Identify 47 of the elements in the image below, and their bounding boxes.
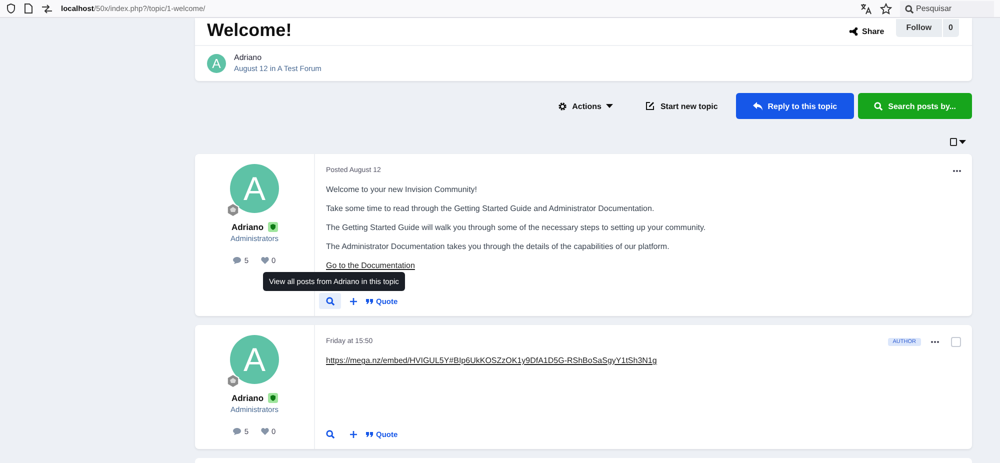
- share-button[interactable]: Share: [848, 27, 884, 36]
- search-icon: [326, 430, 334, 438]
- search-field[interactable]: Pesquisar: [900, 0, 994, 16]
- caret-icon: [606, 104, 614, 108]
- comment-icon: [233, 257, 242, 264]
- page-icon: [24, 3, 33, 14]
- plus-icon[interactable]: [350, 298, 357, 304]
- search-icon: [905, 4, 914, 14]
- moderator-badge-icon: [268, 222, 278, 232]
- gear-icon: [558, 102, 568, 110]
- search-posts-button[interactable]: [319, 293, 341, 309]
- heart-icon: [260, 428, 268, 435]
- multiselect-toggle[interactable]: [950, 135, 966, 149]
- caret-icon: [959, 140, 966, 144]
- topic-title: Welcome!: [207, 20, 293, 41]
- post-paragraph: The Getting Started Guide will walk you through some of the necessary steps to setting up your community.: [326, 223, 707, 232]
- post-link[interactable]: Go to the Documentation: [326, 261, 415, 270]
- post-paragraph: The Administrator Documentation takes you through the details of the capabilities of our platform.: [326, 242, 670, 251]
- action-button[interactable]: Start new topic: [631, 93, 732, 119]
- star-icon[interactable]: [880, 2, 892, 14]
- actions-menu[interactable]: Actions: [544, 93, 628, 119]
- plus-icon[interactable]: [350, 430, 357, 438]
- reply-icon: [752, 102, 763, 110]
- rank-badge-icon: [226, 374, 240, 388]
- heart-icon: [260, 257, 268, 264]
- rank-badge-icon: [226, 203, 240, 217]
- moderator-badge-icon: [268, 393, 278, 403]
- author-name[interactable]: Adriano: [234, 53, 322, 62]
- share-icon: [848, 27, 858, 36]
- action-button[interactable]: Reply to this topic: [736, 93, 854, 119]
- translate-icon[interactable]: [860, 2, 872, 14]
- author-name[interactable]: Adriano: [231, 222, 264, 232]
- search-icon: [326, 296, 334, 306]
- quote-icon: [366, 432, 373, 436]
- search-icon: [874, 102, 884, 110]
- author-name[interactable]: Adriano: [231, 393, 264, 403]
- follow-count: 0: [942, 18, 959, 36]
- comment-icon: [233, 428, 242, 435]
- post-paragraph: Welcome to your new Invision Community!: [326, 185, 478, 194]
- shield-icon: [6, 3, 16, 14]
- post-checkbox[interactable]: [951, 336, 961, 346]
- follow-button[interactable]: Follow: [896, 18, 942, 36]
- post-link[interactable]: https://mega.nz/embed/HVIGUL5Y#BIp6UkKOSZzOK1y9DfA1D5G-RShBoSaSgyY1tSh3N1g: [326, 356, 657, 365]
- quote-icon: [366, 298, 373, 304]
- permissions-icon[interactable]: [41, 4, 53, 14]
- edit-icon: [645, 101, 656, 111]
- post-paragraph: Take some time to read through the Getting Started Guide and Administrator Documentation.: [326, 204, 656, 213]
